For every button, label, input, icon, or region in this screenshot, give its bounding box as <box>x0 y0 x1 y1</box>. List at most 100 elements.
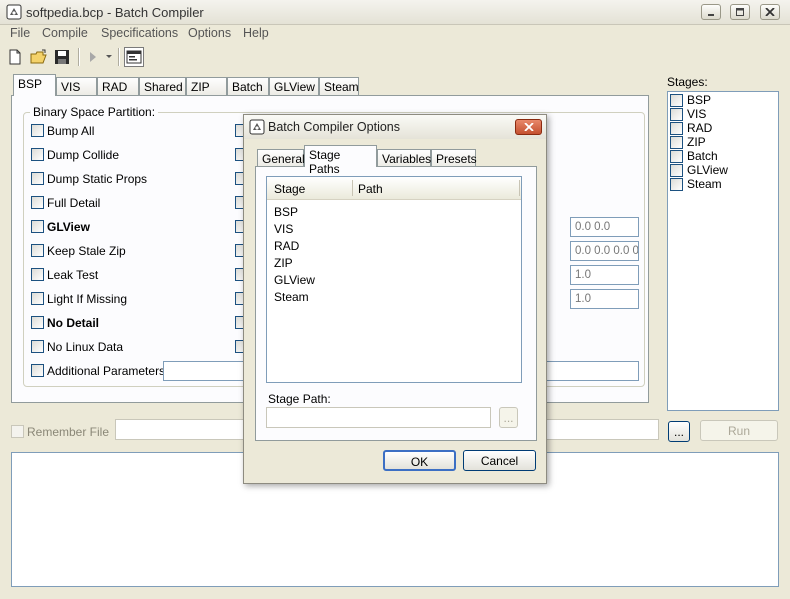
app-icon <box>6 4 22 20</box>
maximize-button[interactable] <box>730 4 750 20</box>
label-dump-static-props: Dump Static Props <box>47 172 148 186</box>
window-title: softpedia.bcp - Batch Compiler <box>26 5 204 20</box>
stage-checkbox-batch[interactable] <box>670 150 683 163</box>
ok-button[interactable]: OK <box>383 450 456 471</box>
stage-checkbox-vis[interactable] <box>670 108 683 121</box>
checkbox-glview[interactable] <box>31 220 44 233</box>
stage-checkbox-bsp[interactable] <box>670 94 683 107</box>
tab-glview[interactable]: GLView <box>269 77 319 95</box>
checkbox-no-linux-data[interactable] <box>31 340 44 353</box>
stage-checkbox-steam[interactable] <box>670 178 683 191</box>
column-header-path[interactable]: Path <box>358 182 383 196</box>
stage-path-input[interactable] <box>266 407 491 428</box>
checkbox-leak-test[interactable] <box>31 268 44 281</box>
label-no-linux-data: No Linux Data <box>47 340 124 354</box>
open-button[interactable] <box>29 47 49 67</box>
value-field-2[interactable]: 0.0 0.0 0.0 0.0. <box>570 241 639 261</box>
close-button[interactable] <box>760 4 780 20</box>
run-button[interactable]: Run <box>700 420 778 441</box>
options-button[interactable] <box>124 47 144 67</box>
tab-vis[interactable]: VIS <box>56 77 97 95</box>
stage-checkbox-rad[interactable] <box>670 122 683 135</box>
cancel-button[interactable]: Cancel <box>463 450 536 471</box>
label-keep-stale-zip: Keep Stale Zip <box>47 244 126 258</box>
tab-shared[interactable]: Shared <box>139 77 186 95</box>
stage-label-rad: RAD <box>687 121 713 135</box>
tab-bsp[interactable]: BSP <box>13 74 56 96</box>
tab-batch[interactable]: Batch <box>227 77 269 95</box>
new-file-icon <box>9 49 21 65</box>
save-button[interactable] <box>52 47 72 67</box>
tab-steam[interactable]: Steam <box>319 77 359 95</box>
tab-rad[interactable]: RAD <box>97 77 139 95</box>
value-field-3[interactable]: 1.0 <box>570 265 639 285</box>
value-field-1[interactable]: 0.0 0.0 <box>570 217 639 237</box>
column-header-stage[interactable]: Stage <box>274 182 305 196</box>
stages-list[interactable]: BSP VIS RAD ZIP Batch GLView Steam <box>667 91 779 411</box>
bsp-group-label: Binary Space Partition: <box>30 105 159 119</box>
title-bar[interactable]: softpedia.bcp - Batch Compiler <box>0 0 790 25</box>
menu-file[interactable]: File <box>10 26 30 40</box>
label-bump-all: Bump All <box>47 124 95 138</box>
list-header: Stage Path <box>267 177 521 200</box>
remember-file-checkbox[interactable] <box>11 425 24 438</box>
remember-file-label: Remember File <box>27 425 110 439</box>
label-dump-collide: Dump Collide <box>47 148 120 162</box>
batch-compiler-options-dialog: Batch Compiler Options General Stage Pat… <box>243 114 547 484</box>
stage-label-zip: ZIP <box>687 135 706 149</box>
menu-bar: File Compile Specifications Options Help <box>0 24 790 44</box>
close-icon <box>524 123 534 131</box>
dialog-tab-presets[interactable]: Presets <box>431 149 477 167</box>
stages-label: Stages: <box>667 75 708 89</box>
checkbox-full-detail[interactable] <box>31 196 44 209</box>
stage-label-batch: Batch <box>687 149 718 163</box>
dialog-close-button[interactable] <box>515 119 542 135</box>
list-item[interactable]: Steam <box>274 290 309 304</box>
list-item[interactable]: BSP <box>274 205 298 219</box>
play-icon <box>90 52 96 62</box>
stage-paths-list[interactable]: Stage Path BSP VIS RAD ZIP GLView Steam <box>266 176 522 383</box>
stage-checkbox-glview[interactable] <box>670 164 683 177</box>
list-item[interactable]: VIS <box>274 222 293 236</box>
close-icon <box>765 8 775 16</box>
label-no-detail: No Detail <box>47 316 100 330</box>
stage-label-bsp: BSP <box>687 93 712 107</box>
label-leak-test: Leak Test <box>47 268 99 282</box>
checkbox-additional-parameters[interactable] <box>31 364 44 377</box>
run-arrow-button[interactable] <box>83 47 103 67</box>
menu-compile[interactable]: Compile <box>42 26 88 40</box>
checkbox-dump-static-props[interactable] <box>31 172 44 185</box>
minimize-button[interactable] <box>701 4 721 20</box>
stage-path-label: Stage Path: <box>268 392 331 406</box>
dialog-title: Batch Compiler Options <box>268 120 401 134</box>
dialog-tab-variables[interactable]: Variables <box>377 149 431 167</box>
stage-label-glview: GLView <box>687 163 728 177</box>
dialog-tab-stage-paths[interactable]: Stage Paths <box>304 145 377 176</box>
value-field-4[interactable]: 1.0 <box>570 289 639 309</box>
label-additional-parameters: Additional Parameters <box>47 364 166 378</box>
checkbox-keep-stale-zip[interactable] <box>31 244 44 257</box>
stage-checkbox-zip[interactable] <box>670 136 683 149</box>
checkbox-light-if-missing[interactable] <box>31 292 44 305</box>
checkbox-no-detail[interactable] <box>31 316 44 329</box>
dialog-tab-general[interactable]: General <box>257 149 305 167</box>
menu-options[interactable]: Options <box>188 26 231 40</box>
stage-label-vis: VIS <box>687 107 707 121</box>
checkbox-dump-collide[interactable] <box>31 148 44 161</box>
tab-zip[interactable]: ZIP <box>186 77 227 95</box>
maximize-icon <box>736 8 744 16</box>
label-full-detail: Full Detail <box>47 196 101 210</box>
list-item[interactable]: ZIP <box>274 256 293 270</box>
new-button[interactable] <box>5 47 25 67</box>
browse-file-button[interactable]: ... <box>668 421 690 442</box>
list-item[interactable]: GLView <box>274 273 315 287</box>
checkbox-bump-all[interactable] <box>31 124 44 137</box>
dialog-title-bar[interactable]: Batch Compiler Options <box>244 115 546 139</box>
list-item[interactable]: RAD <box>274 239 299 253</box>
options-window-icon <box>126 50 142 64</box>
stage-path-browse-button[interactable]: ... <box>499 407 518 428</box>
menu-help[interactable]: Help <box>243 26 269 40</box>
minimize-icon <box>708 14 714 16</box>
dialog-app-icon <box>249 119 265 135</box>
menu-specifications[interactable]: Specifications <box>101 26 178 40</box>
